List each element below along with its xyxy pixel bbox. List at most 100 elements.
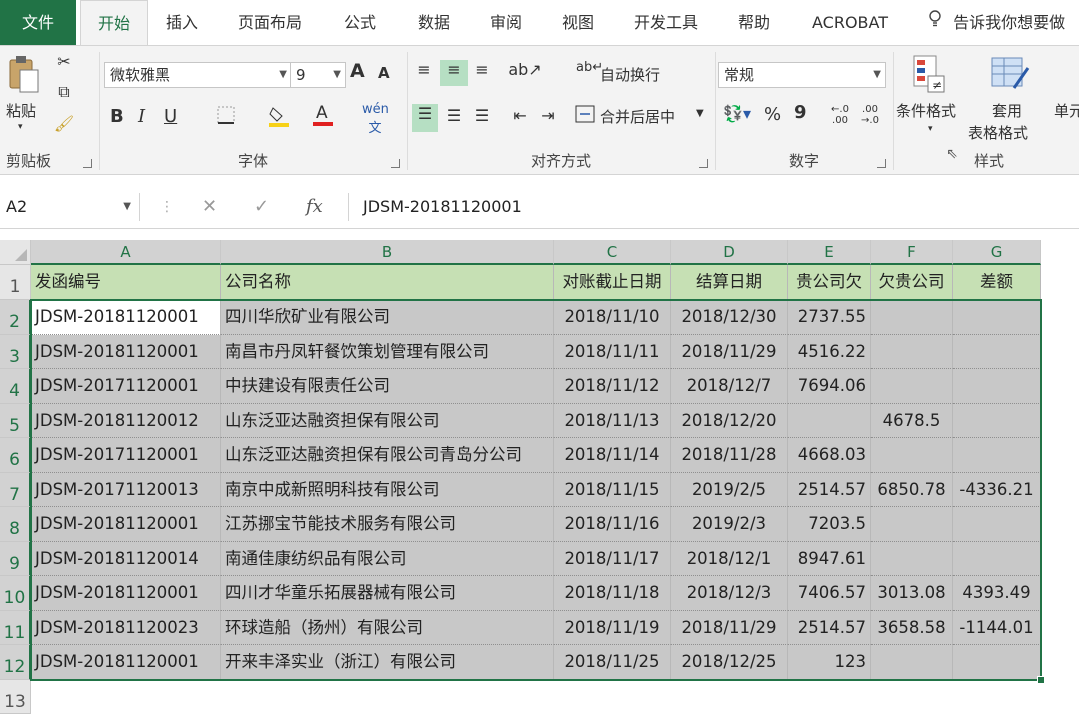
table-cell[interactable] bbox=[953, 645, 1041, 680]
insert-function-button[interactable]: fx bbox=[306, 193, 323, 221]
align-top-icon[interactable]: ≡ bbox=[412, 60, 436, 79]
table-cell[interactable]: 南昌市丹凤轩餐饮策划管理有限公司 bbox=[221, 334, 554, 369]
align-middle-icon[interactable]: ≡ bbox=[440, 60, 468, 86]
table-cell[interactable]: -1144.01 bbox=[953, 610, 1041, 645]
number-format-select[interactable]: 常规 ▼ bbox=[718, 62, 886, 88]
table-cell[interactable]: 2018/11/11 bbox=[554, 334, 671, 369]
table-cell[interactable]: JDSM-20181120014 bbox=[31, 541, 221, 576]
header-cell[interactable]: 结算日期 bbox=[671, 265, 788, 300]
border-icon[interactable] bbox=[214, 106, 238, 128]
table-cell[interactable]: 2018/11/14 bbox=[554, 438, 671, 473]
format-as-table-line2[interactable]: 表格格式 bbox=[968, 122, 1028, 143]
wrap-text-button[interactable]: 自动换行 bbox=[600, 64, 660, 85]
table-cell[interactable]: 2018/11/28 bbox=[671, 438, 788, 473]
table-cell[interactable] bbox=[871, 369, 953, 404]
table-cell[interactable]: 2018/11/13 bbox=[554, 403, 671, 438]
row-header-6[interactable]: 6 bbox=[0, 438, 31, 473]
table-cell[interactable]: 4668.03 bbox=[788, 438, 871, 473]
row-header-13[interactable]: 13 bbox=[0, 679, 31, 714]
merge-center-button[interactable]: 合并后居中 bbox=[600, 106, 675, 127]
underline-button[interactable]: U bbox=[164, 106, 177, 127]
tell-me-box[interactable]: 告诉我你想要做 bbox=[928, 0, 1065, 45]
tab-review[interactable]: 审阅 bbox=[490, 0, 522, 45]
percent-button[interactable]: % bbox=[764, 104, 781, 125]
table-cell[interactable] bbox=[953, 507, 1041, 542]
table-cell[interactable]: 2018/11/19 bbox=[554, 610, 671, 645]
table-cell[interactable]: 2018/12/20 bbox=[671, 403, 788, 438]
row-header-2[interactable]: 2 bbox=[0, 300, 31, 335]
conditional-dropdown-icon[interactable]: ▾ bbox=[928, 124, 933, 134]
table-cell[interactable]: 6850.78 bbox=[871, 472, 953, 507]
orientation-icon[interactable]: ab↗ bbox=[508, 60, 542, 79]
cut-icon[interactable]: ✂ bbox=[52, 52, 76, 71]
table-cell[interactable] bbox=[953, 334, 1041, 369]
clipboard-launcher-icon[interactable] bbox=[83, 159, 92, 168]
increase-indent-icon[interactable]: ⇥ bbox=[536, 106, 560, 125]
table-cell[interactable]: JDSM-20171120013 bbox=[31, 472, 221, 507]
copy-icon[interactable]: ⧉ bbox=[52, 82, 76, 102]
bold-button[interactable]: B bbox=[110, 106, 124, 127]
align-right-icon[interactable]: ☰ bbox=[470, 106, 494, 125]
italic-button[interactable]: I bbox=[138, 106, 145, 127]
table-cell[interactable]: 山东泛亚达融资担保有限公司青岛分公司 bbox=[221, 438, 554, 473]
tab-acrobat[interactable]: ACROBAT bbox=[812, 0, 888, 45]
cancel-formula-icon[interactable]: ✕ bbox=[202, 193, 217, 221]
column-header-c[interactable]: C bbox=[554, 240, 671, 265]
tab-developer[interactable]: 开发工具 bbox=[634, 0, 698, 45]
header-cell[interactable]: 差额 bbox=[953, 265, 1041, 300]
table-cell[interactable] bbox=[953, 541, 1041, 576]
row-header-10[interactable]: 10 bbox=[0, 576, 31, 611]
align-center-icon[interactable]: ☰ bbox=[442, 106, 466, 125]
table-cell[interactable]: JDSM-20181120023 bbox=[31, 610, 221, 645]
row-header-11[interactable]: 11 bbox=[0, 610, 31, 645]
column-header-g[interactable]: G bbox=[953, 240, 1041, 265]
conditional-format-icon[interactable]: ≠ bbox=[910, 54, 948, 94]
table-cell[interactable] bbox=[871, 541, 953, 576]
table-cell[interactable]: 2018/12/7 bbox=[671, 369, 788, 404]
increase-decimal-icon[interactable]: ←.0.00 bbox=[828, 104, 852, 126]
comma-style-button[interactable]: 9 bbox=[794, 102, 807, 123]
font-size-select[interactable]: 9 ▼ bbox=[290, 62, 346, 88]
table-cell[interactable] bbox=[871, 334, 953, 369]
table-cell[interactable]: 南通佳康纺织品有限公司 bbox=[221, 541, 554, 576]
table-cell[interactable]: 2514.57 bbox=[788, 472, 871, 507]
table-cell[interactable]: 2514.57 bbox=[788, 610, 871, 645]
table-cell[interactable] bbox=[871, 438, 953, 473]
conditional-format-button[interactable]: 条件格式 bbox=[896, 100, 956, 121]
table-cell[interactable]: 2019/2/5 bbox=[671, 472, 788, 507]
table-cell[interactable]: 8947.61 bbox=[788, 541, 871, 576]
formula-input[interactable]: JDSM-20181120001 bbox=[348, 193, 1079, 221]
row-header-1[interactable]: 1 bbox=[0, 265, 31, 300]
format-as-table-line1[interactable]: 套用 bbox=[992, 100, 1022, 121]
table-cell[interactable]: -4336.21 bbox=[953, 472, 1041, 507]
table-cell[interactable] bbox=[871, 300, 953, 335]
column-header-e[interactable]: E bbox=[788, 240, 871, 265]
shrink-font-button[interactable]: A bbox=[378, 64, 390, 82]
row-header-4[interactable]: 4 bbox=[0, 369, 31, 404]
table-cell[interactable]: 开来丰泽实业（浙江）有限公司 bbox=[221, 645, 554, 680]
tab-data[interactable]: 数据 bbox=[418, 0, 450, 45]
table-cell[interactable]: 3658.58 bbox=[871, 610, 953, 645]
table-cell[interactable]: 2018/12/25 bbox=[671, 645, 788, 680]
merge-dropdown-icon[interactable]: ▼ bbox=[696, 108, 704, 119]
table-cell[interactable]: JDSM-20171120001 bbox=[31, 369, 221, 404]
table-cell[interactable]: 中扶建设有限责任公司 bbox=[221, 369, 554, 404]
align-left-icon[interactable]: ☰ bbox=[412, 104, 438, 132]
tab-home[interactable]: 开始 bbox=[80, 0, 148, 46]
table-cell[interactable]: 环球造船（扬州）有限公司 bbox=[221, 610, 554, 645]
table-cell[interactable] bbox=[953, 369, 1041, 404]
accounting-format-icon[interactable]: 💱▾ bbox=[720, 104, 754, 123]
table-cell[interactable]: 2018/11/15 bbox=[554, 472, 671, 507]
table-cell[interactable] bbox=[871, 645, 953, 680]
fill-handle[interactable] bbox=[1037, 675, 1045, 684]
format-painter-icon[interactable]: 🖌 bbox=[52, 114, 76, 133]
table-cell[interactable]: JDSM-20181120001 bbox=[31, 334, 221, 369]
table-cell[interactable]: 4678.5 bbox=[871, 403, 953, 438]
format-as-table-icon[interactable] bbox=[990, 54, 1030, 94]
table-cell[interactable] bbox=[953, 438, 1041, 473]
table-cell[interactable]: 4393.49 bbox=[953, 576, 1041, 611]
table-cell[interactable]: 3013.08 bbox=[871, 576, 953, 611]
row-header-3[interactable]: 3 bbox=[0, 334, 31, 369]
table-cell[interactable]: JDSM-20181120001 bbox=[31, 576, 221, 611]
row-header-9[interactable]: 9 bbox=[0, 541, 31, 576]
